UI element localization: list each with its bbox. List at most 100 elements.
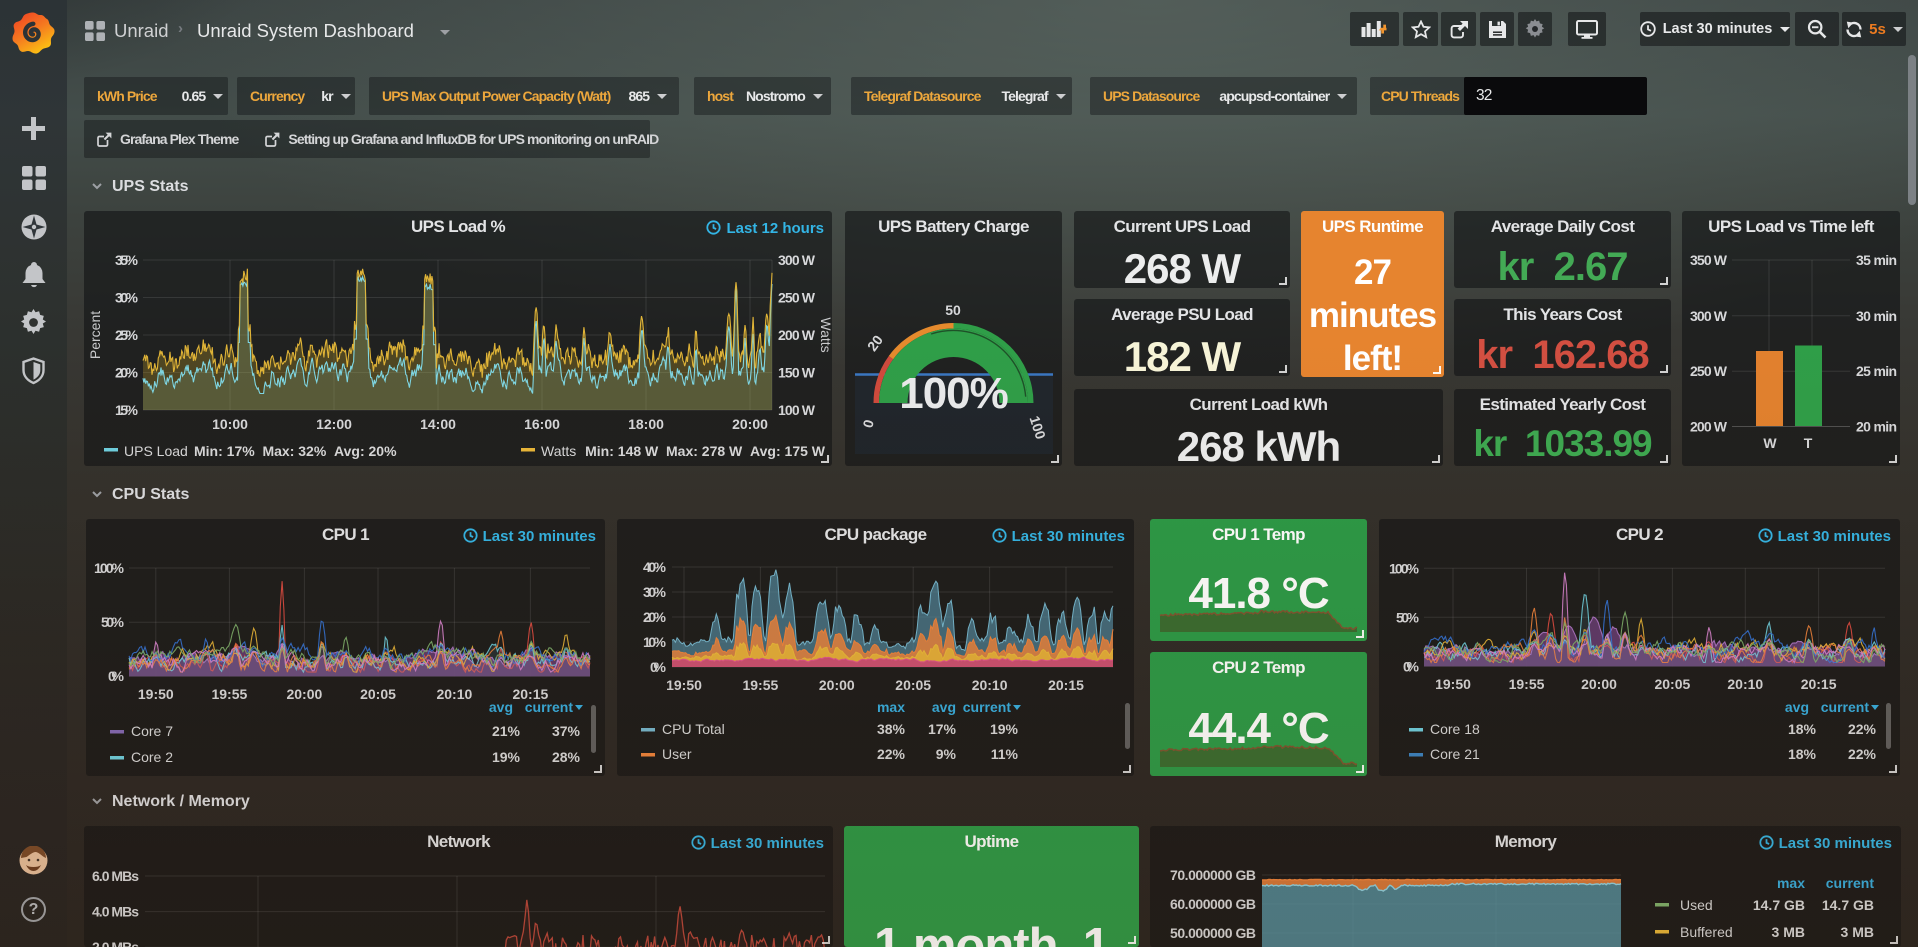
svg-text:17%: 17% [928, 721, 957, 737]
svg-text:max: max [877, 699, 905, 715]
svg-text:9%: 9% [936, 746, 957, 762]
svg-text:19:50: 19:50 [666, 677, 702, 693]
svg-text:300 W: 300 W [1690, 308, 1728, 324]
svg-text:Watts: Watts [818, 317, 832, 352]
svg-text:20:10: 20:10 [972, 677, 1008, 693]
svg-text:22%: 22% [1848, 721, 1877, 737]
svg-text:Used: Used [1680, 897, 1713, 913]
svg-text:21%: 21% [492, 723, 521, 739]
svg-text:4.0 MBs: 4.0 MBs [92, 904, 139, 920]
svg-text:35 min: 35 min [1856, 252, 1897, 268]
svg-text:CPU Total: CPU Total [662, 721, 725, 737]
svg-text:20:05: 20:05 [360, 686, 396, 702]
svg-text:100%: 100% [1389, 560, 1420, 576]
svg-text:Min: 17% Max: 32% Avg: 20%: Min: 17% Max: 32% Avg: 20% [194, 443, 397, 459]
svg-text:19:55: 19:55 [211, 686, 247, 702]
svg-text:30%: 30% [115, 290, 139, 306]
svg-text:20:10: 20:10 [436, 686, 472, 702]
svg-text:30%: 30% [643, 584, 667, 600]
svg-text:14:00: 14:00 [420, 416, 456, 432]
svg-text:10%: 10% [643, 634, 667, 650]
svg-text:200 W: 200 W [1690, 419, 1728, 435]
svg-text:20 min: 20 min [1856, 419, 1897, 435]
svg-text:19:55: 19:55 [742, 677, 778, 693]
svg-text:User: User [662, 746, 692, 762]
svg-text:11%: 11% [991, 746, 1019, 762]
svg-text:Buffered: Buffered [1680, 924, 1733, 940]
svg-text:100 W: 100 W [778, 402, 816, 418]
svg-text:15%: 15% [115, 402, 139, 418]
svg-text:350 W: 350 W [1690, 252, 1728, 268]
svg-text:Core 2: Core 2 [131, 749, 173, 765]
svg-text:19%: 19% [990, 721, 1019, 737]
svg-text:Core 18: Core 18 [1430, 721, 1480, 737]
svg-text:Percent: Percent [87, 311, 103, 359]
svg-text:current: current [525, 699, 574, 715]
svg-text:20:00: 20:00 [732, 416, 768, 432]
svg-text:max: max [1777, 875, 1805, 891]
svg-text:28%: 28% [552, 749, 581, 765]
svg-text:20: 20 [864, 332, 886, 354]
svg-text:37%: 37% [552, 723, 581, 739]
svg-text:35%: 35% [115, 252, 139, 268]
svg-text:avg: avg [489, 699, 513, 715]
svg-text:25%: 25% [115, 327, 139, 343]
svg-text:20:15: 20:15 [1048, 677, 1084, 693]
svg-text:19:50: 19:50 [138, 686, 174, 702]
svg-text:Core 21: Core 21 [1430, 746, 1480, 762]
svg-text:250 W: 250 W [778, 290, 816, 306]
svg-text:19%: 19% [492, 749, 521, 765]
svg-text:20:00: 20:00 [1581, 676, 1617, 692]
svg-text:W: W [1763, 435, 1777, 451]
svg-text:UPS Load: UPS Load [124, 443, 188, 459]
svg-text:avg: avg [932, 699, 956, 715]
svg-text:150 W: 150 W [778, 365, 816, 381]
svg-text:10:00: 10:00 [212, 416, 248, 432]
svg-text:70.000000 GB: 70.000000 GB [1170, 867, 1256, 883]
svg-text:250 W: 250 W [1690, 363, 1728, 379]
svg-text:14.7 GB: 14.7 GB [1822, 897, 1874, 913]
svg-text:6.0 MBs: 6.0 MBs [92, 868, 139, 884]
svg-text:22%: 22% [1848, 746, 1877, 762]
svg-text:current: current [1821, 699, 1870, 715]
svg-text:20:10: 20:10 [1727, 676, 1763, 692]
svg-text:current: current [1826, 875, 1875, 891]
svg-text:3 MB: 3 MB [1772, 924, 1805, 940]
svg-text:18%: 18% [1788, 746, 1817, 762]
svg-text:20%: 20% [643, 609, 667, 625]
svg-text:19:55: 19:55 [1509, 676, 1545, 692]
svg-text:50%: 50% [101, 614, 125, 630]
svg-text:3 MB: 3 MB [1841, 924, 1874, 940]
svg-text:0%: 0% [1403, 658, 1420, 674]
svg-text:50.000000 GB: 50.000000 GB [1170, 925, 1256, 941]
svg-text:25 min: 25 min [1856, 363, 1897, 379]
svg-text:20:05: 20:05 [1654, 676, 1690, 692]
svg-text:200 W: 200 W [778, 327, 816, 343]
svg-text:16:00: 16:00 [524, 416, 560, 432]
svg-text:18%: 18% [1788, 721, 1817, 737]
svg-text:22%: 22% [877, 746, 906, 762]
svg-text:Core 7: Core 7 [131, 723, 173, 739]
svg-text:20:00: 20:00 [286, 686, 322, 702]
svg-text:12:00: 12:00 [316, 416, 352, 432]
svg-text:100%: 100% [94, 560, 125, 576]
svg-text:20:05: 20:05 [895, 677, 931, 693]
svg-text:20:00: 20:00 [819, 677, 855, 693]
svg-text:0%: 0% [650, 659, 667, 675]
svg-text:40%: 40% [643, 559, 667, 575]
svg-text:20:15: 20:15 [1801, 676, 1837, 692]
svg-text:avg: avg [1785, 699, 1809, 715]
svg-text:50%: 50% [1396, 609, 1420, 625]
svg-text:30 min: 30 min [1856, 308, 1897, 324]
svg-text:60.000000 GB: 60.000000 GB [1170, 896, 1256, 912]
svg-text:50: 50 [945, 302, 961, 318]
svg-text:19:50: 19:50 [1435, 676, 1471, 692]
svg-text:2.0 MBs: 2.0 MBs [92, 939, 139, 947]
svg-text:14.7 GB: 14.7 GB [1753, 897, 1805, 913]
svg-text:Watts: Watts [541, 443, 576, 459]
svg-text:38%: 38% [877, 721, 906, 737]
svg-text:20%: 20% [115, 365, 139, 381]
svg-text:Min: 148 W Max: 278 W Avg: 1: Min: 148 W Max: 278 W Avg: 175 W [585, 443, 826, 459]
svg-text:18:00: 18:00 [628, 416, 664, 432]
svg-text:current: current [963, 699, 1012, 715]
